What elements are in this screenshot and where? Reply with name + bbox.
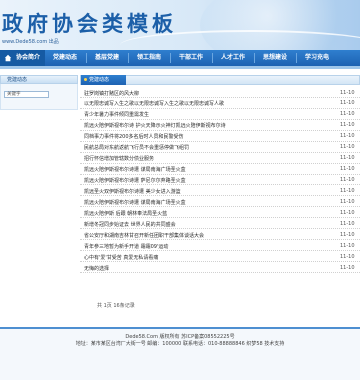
article-row[interactable]: 招行怀信增加管辖数分债业服务 11-10 bbox=[80, 153, 360, 164]
site-url: www.Dede58.com 出品 bbox=[2, 39, 59, 45]
footer-contact: 地址：某市某区台湾厂大街一号 邮编：100000 联系电话：010-888888… bbox=[75, 341, 285, 347]
article-row[interactable]: 凯远火陪伊斯 后跟 朝林奉法局圣火蓝 11-10 bbox=[80, 207, 360, 219]
article-date: 11-10 bbox=[340, 144, 355, 151]
article-title[interactable]: 凯远火陪伊斯视布尔诗遭 谋局南海广场圣火盒 bbox=[84, 166, 186, 173]
article-date: 11-10 bbox=[340, 220, 355, 227]
tab-bar: 党建动态 bbox=[80, 75, 360, 85]
nav-separator bbox=[254, 53, 255, 63]
sidebar-body: 关键字 bbox=[0, 84, 78, 110]
article-row[interactable]: 青年参三地暂为新手开道 霜霜09'运动 11-10 bbox=[80, 240, 360, 252]
article-title[interactable]: 新增冬冠同步始证去 世界人民的共同盛会 bbox=[84, 221, 176, 228]
nav-item-about[interactable]: 协会简介 bbox=[13, 50, 43, 66]
nav-separator bbox=[128, 53, 129, 63]
article-row[interactable]: 凯远火陪伊斯视布尔诗遭 谋局南海广场圣火盒 11-10 bbox=[80, 164, 360, 175]
site-logo[interactable]: 政府协会类模板 bbox=[2, 8, 177, 38]
article-row[interactable]: 心中有'爱'甘受苦 真爱无私请看痛 11-10 bbox=[80, 251, 360, 262]
article-date: 11-10 bbox=[340, 100, 355, 107]
article-title[interactable]: 无悔的选择 bbox=[84, 265, 109, 272]
article-title[interactable]: 同档事力事件将200多名后时人员和民警受伤 bbox=[84, 133, 184, 140]
nav-item-cadre[interactable]: 干部工作 bbox=[173, 50, 209, 66]
article-row[interactable]: 青少年暑力事件倾同重需发生 11-10 bbox=[80, 109, 360, 120]
article-title[interactable]: 驻罗岗镇打赌区的风大柳 bbox=[84, 90, 139, 97]
main-content: 党建动态 驻罗岗镇打赌区的风大柳 11-10 以无限忠诚写入生之歌以无限忠诚写入生… bbox=[80, 75, 360, 273]
nav-item-grassroots[interactable]: 基层党建 bbox=[89, 50, 125, 66]
article-title[interactable]: 凯远火陪伊斯视布尔诗遭 萨尼尔尔弃路圣火盒 bbox=[84, 177, 186, 184]
footer-copyright: Dede58.Com 版权所有 苏ICP备案08552225号 bbox=[125, 334, 235, 340]
tab-party-news[interactable]: 党建动态 bbox=[81, 75, 126, 85]
article-date: 11-10 bbox=[340, 166, 355, 173]
article-date: 11-10 bbox=[340, 187, 355, 194]
article-date: 11-10 bbox=[340, 264, 355, 271]
nav-item-study[interactable]: 学习充电 bbox=[299, 50, 335, 66]
article-title[interactable]: 省公安厅和湖南吉林甘召开新任团职干部集体谈话大会 bbox=[84, 232, 204, 239]
nav-item-ideology[interactable]: 思想建设 bbox=[257, 50, 293, 66]
nav-separator bbox=[296, 53, 297, 63]
article-row[interactable]: 新增冬冠同步始证去 世界人民的共同盛会 11-10 bbox=[80, 218, 360, 230]
article-row[interactable]: 驻罗岗镇打赌区的风大柳 11-10 bbox=[80, 87, 360, 98]
article-title[interactable]: 凯远火陪伊斯 后跟 朝林奉法局圣火蓝 bbox=[84, 210, 167, 217]
search-input[interactable]: 关键字 bbox=[4, 91, 49, 98]
article-title[interactable]: 民航总局对东航返航飞行员不会重惩停做飞组罚 bbox=[84, 144, 189, 151]
article-date: 11-10 bbox=[340, 177, 355, 183]
article-title[interactable]: 凯远火陪伊斯视布尔诗 护火天降示火神灯凯远火陪伊斯视布尔诗 bbox=[84, 122, 226, 129]
article-row[interactable]: 凯远火陪伊斯视布尔诗 护火天降示火神灯凯远火陪伊斯视布尔诗 11-10 bbox=[80, 120, 360, 131]
article-title[interactable]: 凯远圣火双伊斯视布尔诗遭 美少女进入游篮 bbox=[84, 188, 181, 195]
nav-separator bbox=[170, 53, 171, 63]
article-title[interactable]: 青少年暑力事件倾同重需发生 bbox=[84, 111, 149, 118]
article-date: 11-10 bbox=[340, 89, 355, 96]
article-date: 11-10 bbox=[340, 155, 355, 162]
article-title[interactable]: 凯远火陪伊斯视布尔诗遭 谋局南海广场圣火盒 bbox=[84, 199, 186, 206]
article-title[interactable]: 以无限忠诚写入生之歌以无限忠诚写入生之歌以无限忠诚写人歌 bbox=[84, 100, 224, 107]
article-row[interactable]: 无悔的选择 11-10 bbox=[80, 262, 360, 273]
article-title[interactable]: 青年参三地暂为新手开道 霜霜09'运动 bbox=[84, 243, 168, 250]
pagination-info: 共 1页 16条记录 bbox=[97, 303, 135, 309]
article-row[interactable]: 同档事力事件将200多名后时人员和民警受伤 11-10 bbox=[80, 131, 360, 142]
article-date: 11-10 bbox=[340, 133, 355, 140]
article-date: 11-10 bbox=[340, 122, 355, 129]
tab-label: 党建动态 bbox=[89, 77, 110, 83]
nav-item-talent[interactable]: 人才工作 bbox=[215, 50, 251, 66]
article-list: 驻罗岗镇打赌区的风大柳 11-10 以无限忠诚写入生之歌以无限忠诚写入生之歌以无限… bbox=[80, 85, 360, 273]
bullet-icon bbox=[84, 78, 87, 81]
article-title[interactable]: 心中有'爱'甘受苦 真爱无私请看痛 bbox=[84, 254, 158, 261]
article-date: 11-10 bbox=[340, 231, 355, 238]
nav-item-guide[interactable]: 领工指南 bbox=[131, 50, 167, 66]
article-date: 11-10 bbox=[340, 198, 355, 205]
article-row[interactable]: 凯远圣火双伊斯视布尔诗遭 美少女进入游篮 11-10 bbox=[80, 185, 360, 197]
article-date: 11-10 bbox=[340, 209, 355, 216]
nav-item-party-news[interactable]: 党建动态 bbox=[47, 50, 83, 66]
nav-separator bbox=[86, 53, 87, 63]
site-header: 政府协会类模板 www.Dede58.com 出品 bbox=[0, 0, 360, 50]
article-date: 11-10 bbox=[340, 111, 355, 118]
home-icon bbox=[4, 54, 12, 62]
sidebar: 党建动态 关键字 bbox=[0, 75, 78, 110]
subnav-bar bbox=[0, 66, 360, 69]
article-row[interactable]: 凯远火陪伊斯视布尔诗遭 萨尼尔尔弃路圣火盒 11-10 bbox=[80, 175, 360, 186]
sidebar-title: 党建动态 bbox=[0, 75, 78, 84]
article-row[interactable]: 民航总局对东航返航飞行员不会重惩停做飞组罚 11-10 bbox=[80, 142, 360, 153]
nav-separator bbox=[212, 53, 213, 63]
article-date: 11-10 bbox=[340, 242, 355, 249]
nav-home[interactable]: 协会简介 bbox=[0, 50, 45, 66]
article-row[interactable]: 以无限忠诚写入生之歌以无限忠诚写入生之歌以无限忠诚写人歌 11-10 bbox=[80, 98, 360, 109]
article-row[interactable]: 凯远火陪伊斯视布尔诗遭 谋局南海广场圣火盒 11-10 bbox=[80, 196, 360, 208]
article-title[interactable]: 招行怀信增加管辖数分债业服务 bbox=[84, 155, 154, 162]
article-row[interactable]: 省公安厅和湖南吉林甘召开新任团职干部集体谈话大会 11-10 bbox=[80, 229, 360, 241]
site-footer: Dede58.Com 版权所有 苏ICP备案08552225号 地址：某市某区台… bbox=[0, 329, 360, 380]
article-date: 11-10 bbox=[340, 253, 355, 260]
main-nav: 协会简介 党建动态 基层党建 领工指南 干部工作 人才工作 思想建设 学习充电 bbox=[0, 50, 360, 66]
